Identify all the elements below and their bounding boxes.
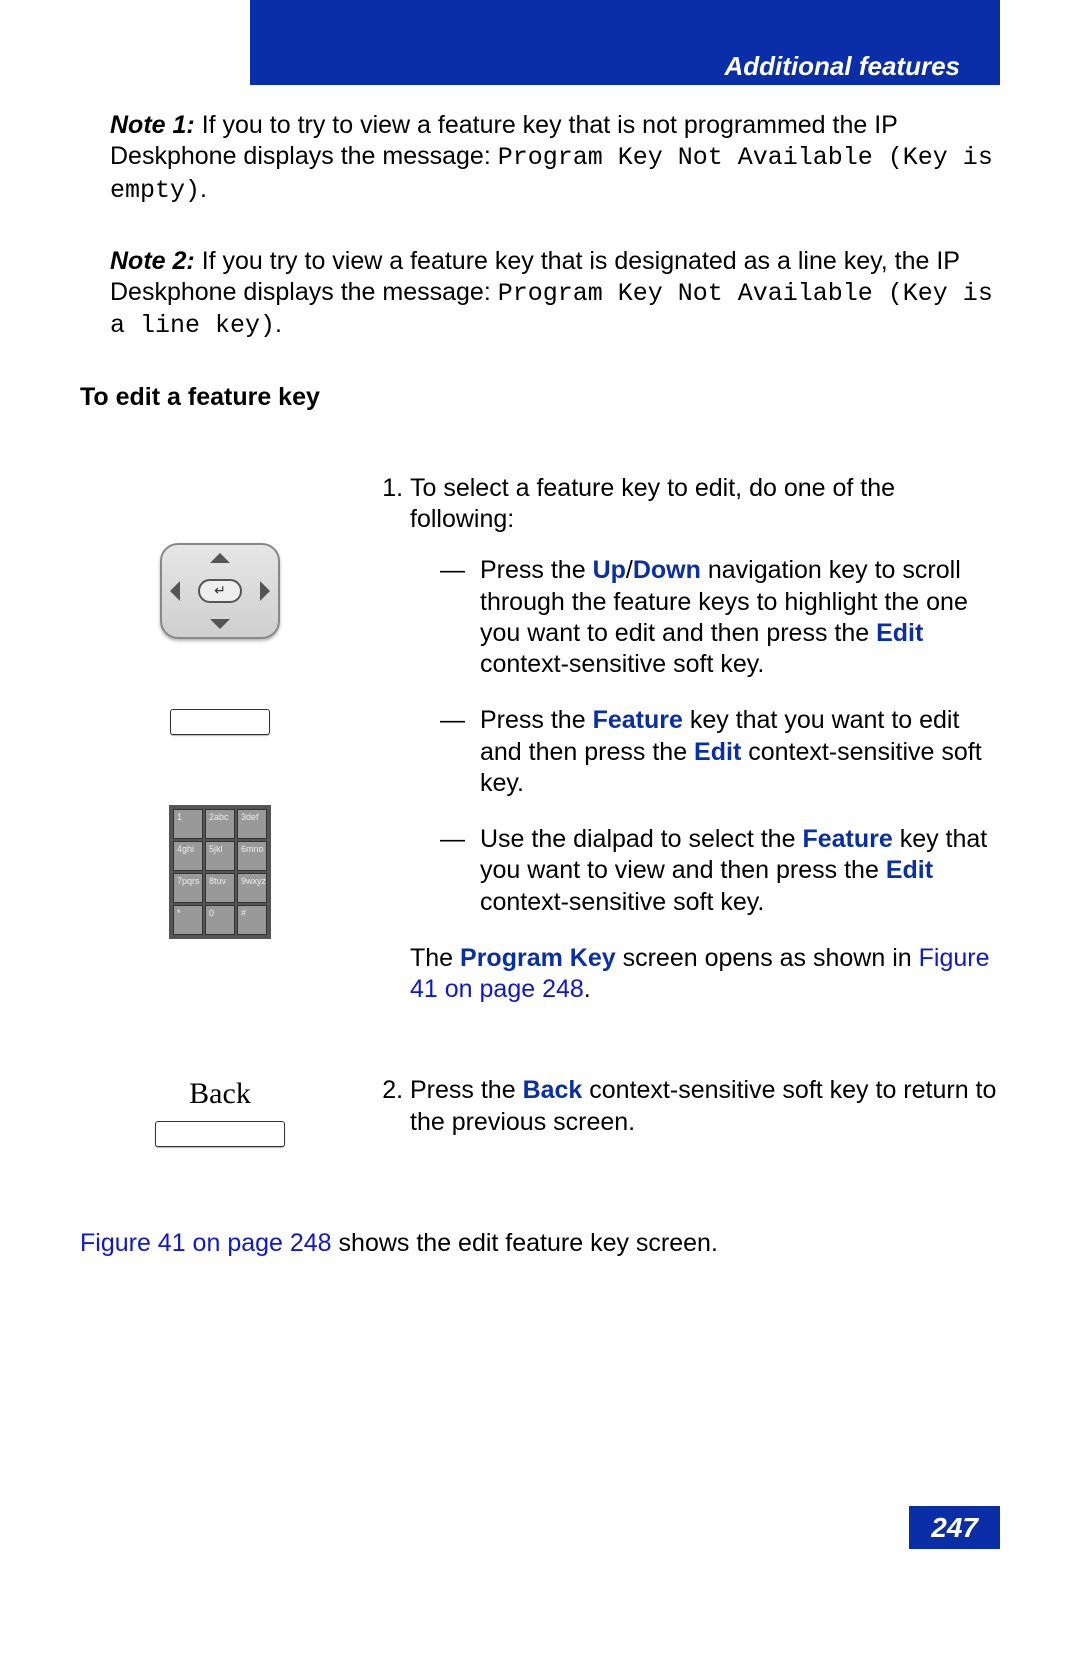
footer-sentence: Figure 41 on page 248 shows the edit fea… [80, 1228, 1000, 1259]
back-softkey-icon [155, 1121, 285, 1147]
step-2-illustration: Back [80, 1075, 360, 1147]
keyword-program-key: Program Key [460, 944, 616, 972]
step-1-row: ↵ 1 2abc 3def 4ghi 5jkl 6mno 7pqrs 8tuv … [80, 473, 1000, 1036]
arrow-down-icon [210, 619, 230, 629]
step-2-text: Press the Back context-sensitive soft ke… [360, 1075, 1000, 1168]
dialpad-key: 3def [237, 809, 267, 839]
dialpad-key: 8tuv [205, 873, 235, 903]
arrow-up-icon [210, 553, 230, 563]
dialpad-key: * [173, 905, 203, 935]
step-1-lead: To select a feature key to edit, do one … [410, 474, 895, 533]
header-band: Additional features [250, 0, 1000, 85]
keyword-back: Back [523, 1076, 583, 1104]
dialpad-key: 4ghi [173, 841, 203, 871]
steps-list: To select a feature key to edit, do one … [360, 473, 1000, 1006]
step-1-text: To select a feature key to edit, do one … [360, 473, 1000, 1036]
step-1: To select a feature key to edit, do one … [410, 473, 1000, 1006]
blank-softkey-icon [170, 709, 270, 735]
step-1-sublist: Press the Up/Down navigation key to scro… [410, 555, 1000, 918]
back-softkey-label: Back [189, 1075, 251, 1113]
keyword-edit: Edit [876, 619, 923, 647]
note-2: Note 2: If you try to view a feature key… [110, 246, 1000, 342]
dialpad-key: 0 [205, 905, 235, 935]
step-2-row: Back Press the Back context-sensitive so… [80, 1075, 1000, 1168]
keyword-up: Up [593, 556, 626, 584]
page-number: 247 [909, 1506, 1000, 1549]
keyword-down: Down [633, 556, 701, 584]
keyword-feature: Feature [593, 706, 683, 734]
keyword-edit: Edit [694, 738, 741, 766]
step-1-illustrations: ↵ 1 2abc 3def 4ghi 5jkl 6mno 7pqrs 8tuv … [80, 473, 360, 939]
enter-key-icon: ↵ [198, 579, 242, 603]
dialpad-key: # [237, 905, 267, 935]
dialpad-key: 1 [173, 809, 203, 839]
step-1c: Use the dialpad to select the Feature ke… [440, 824, 1000, 918]
keyword-edit: Edit [886, 856, 933, 884]
note-1-label: Note 1: [110, 111, 195, 139]
keyword-feature: Feature [802, 825, 892, 853]
page-header-title: Additional features [725, 50, 960, 83]
nav-pad-icon: ↵ [160, 543, 280, 639]
back-softkey-group: Back [155, 1075, 285, 1147]
steps-list-cont: Press the Back context-sensitive soft ke… [360, 1075, 1000, 1138]
step-1b: Press the Feature key that you want to e… [440, 705, 1000, 799]
arrow-left-icon [170, 581, 180, 601]
section-title: To edit a feature key [80, 382, 1000, 413]
dialpad-key: 7pqrs [173, 873, 203, 903]
dialpad-icon: 1 2abc 3def 4ghi 5jkl 6mno 7pqrs 8tuv 9w… [169, 805, 271, 939]
note-2-label: Note 2: [110, 247, 195, 275]
step-1a: Press the Up/Down navigation key to scro… [440, 555, 1000, 680]
note-1-text-b: . [200, 175, 207, 203]
dialpad-key: 5jkl [205, 841, 235, 871]
figure-41-link-footer[interactable]: Figure 41 on page 248 [80, 1229, 332, 1257]
note-1: Note 1: If you to try to view a feature … [110, 110, 1000, 206]
dialpad-key: 6mno [237, 841, 267, 871]
page-content: Note 1: If you to try to view a feature … [80, 110, 1000, 1259]
step-1-result: The Program Key screen opens as shown in… [410, 943, 1000, 1006]
step-2: Press the Back context-sensitive soft ke… [410, 1075, 1000, 1138]
note-2-text-b: . [275, 310, 282, 338]
dialpad-key: 2abc [205, 809, 235, 839]
arrow-right-icon [260, 581, 270, 601]
dialpad-key: 9wxyz [237, 873, 267, 903]
